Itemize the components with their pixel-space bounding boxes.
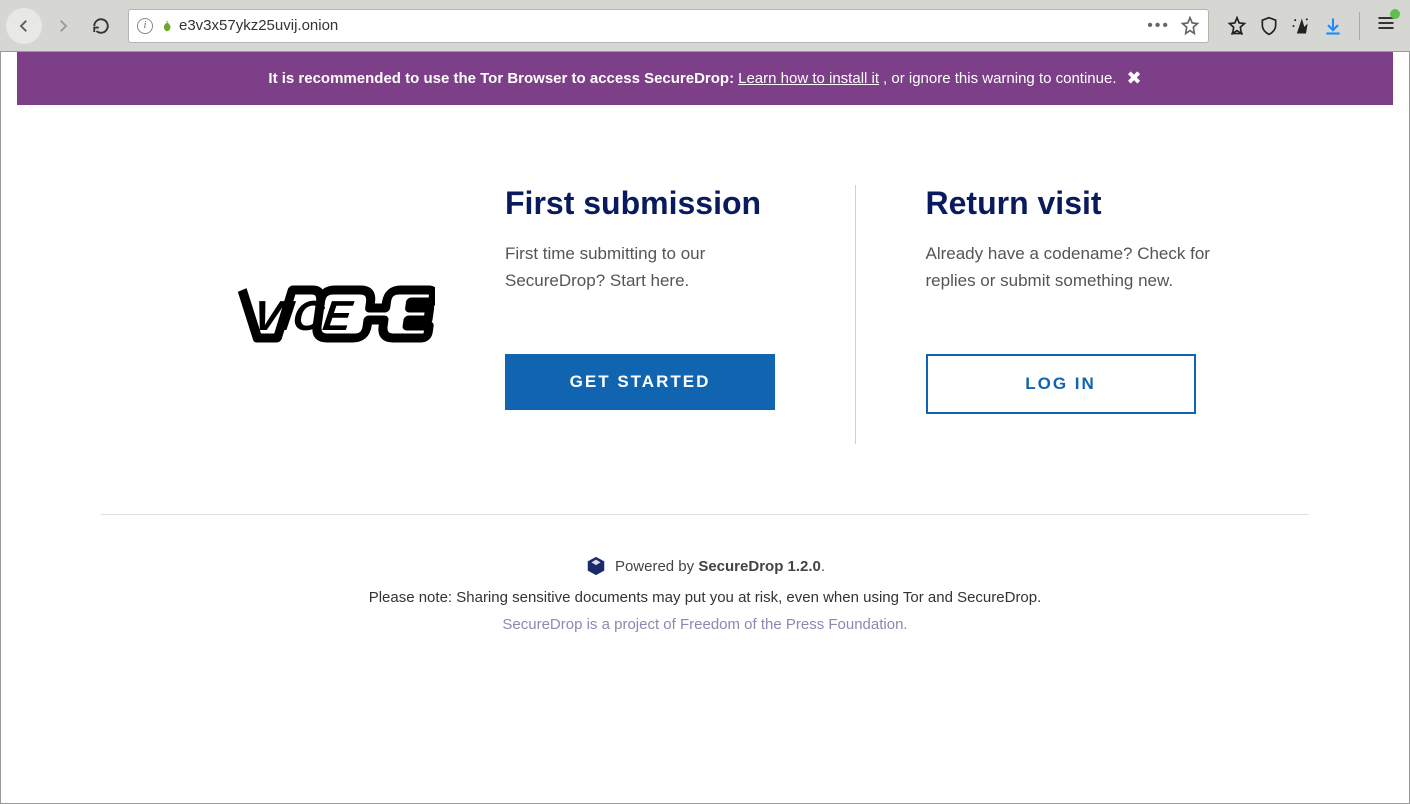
return-visit-title: Return visit: [926, 185, 1226, 222]
first-submission-title: First submission: [505, 185, 805, 222]
tor-warning-banner: It is recommended to use the Tor Browser…: [17, 52, 1393, 105]
onion-icon: [159, 19, 173, 33]
main-content: VICE First submission First time submitt…: [145, 185, 1265, 444]
close-icon[interactable]: ✖: [1127, 68, 1142, 89]
forward-button[interactable]: [46, 9, 80, 43]
new-identity-icon[interactable]: [1291, 16, 1311, 36]
svg-text:VICE: VICE: [250, 292, 356, 339]
return-visit-text: Already have a codename? Check for repli…: [926, 240, 1226, 294]
menu-button[interactable]: [1376, 13, 1396, 38]
reload-button[interactable]: [84, 9, 118, 43]
footer-project-link[interactable]: SecureDrop is a project of Freedom of th…: [502, 616, 907, 633]
footer: Powered by SecureDrop 1.2.0. Please note…: [101, 514, 1309, 633]
vice-logo-icon: VICE: [225, 270, 435, 360]
shield-icon[interactable]: [1259, 16, 1279, 36]
log-in-button[interactable]: LOG IN: [926, 354, 1196, 414]
first-submission-text: First time submitting to our SecureDrop?…: [505, 240, 805, 294]
install-tor-link[interactable]: Learn how to install it: [738, 70, 879, 87]
powered-by-text: Powered by SecureDrop 1.2.0.: [615, 558, 825, 575]
back-button[interactable]: [6, 8, 42, 44]
get-started-button[interactable]: GET STARTED: [505, 354, 775, 410]
return-visit-panel: Return visit Already have a codename? Ch…: [856, 185, 1226, 444]
site-info-icon[interactable]: i: [137, 18, 153, 34]
bookmark-star-icon[interactable]: [1180, 16, 1200, 36]
toolbar-divider: [1359, 12, 1360, 40]
banner-text-suffix: , or ignore this warning to continue.: [883, 70, 1116, 87]
library-icon[interactable]: [1227, 16, 1247, 36]
org-logo: VICE: [185, 185, 505, 444]
page-viewport: It is recommended to use the Tor Browser…: [0, 52, 1410, 804]
url-bar[interactable]: i •••: [128, 9, 1209, 43]
banner-text-bold: It is recommended to use the Tor Browser…: [268, 70, 734, 87]
url-input[interactable]: [179, 17, 1141, 34]
browser-toolbar: i •••: [0, 0, 1410, 52]
downloads-icon[interactable]: [1323, 16, 1343, 36]
first-submission-panel: First submission First time submitting t…: [505, 185, 855, 444]
footer-note: Please note: Sharing sensitive documents…: [101, 589, 1309, 606]
securedrop-icon: [585, 555, 607, 577]
page-actions-icon[interactable]: •••: [1147, 17, 1170, 35]
